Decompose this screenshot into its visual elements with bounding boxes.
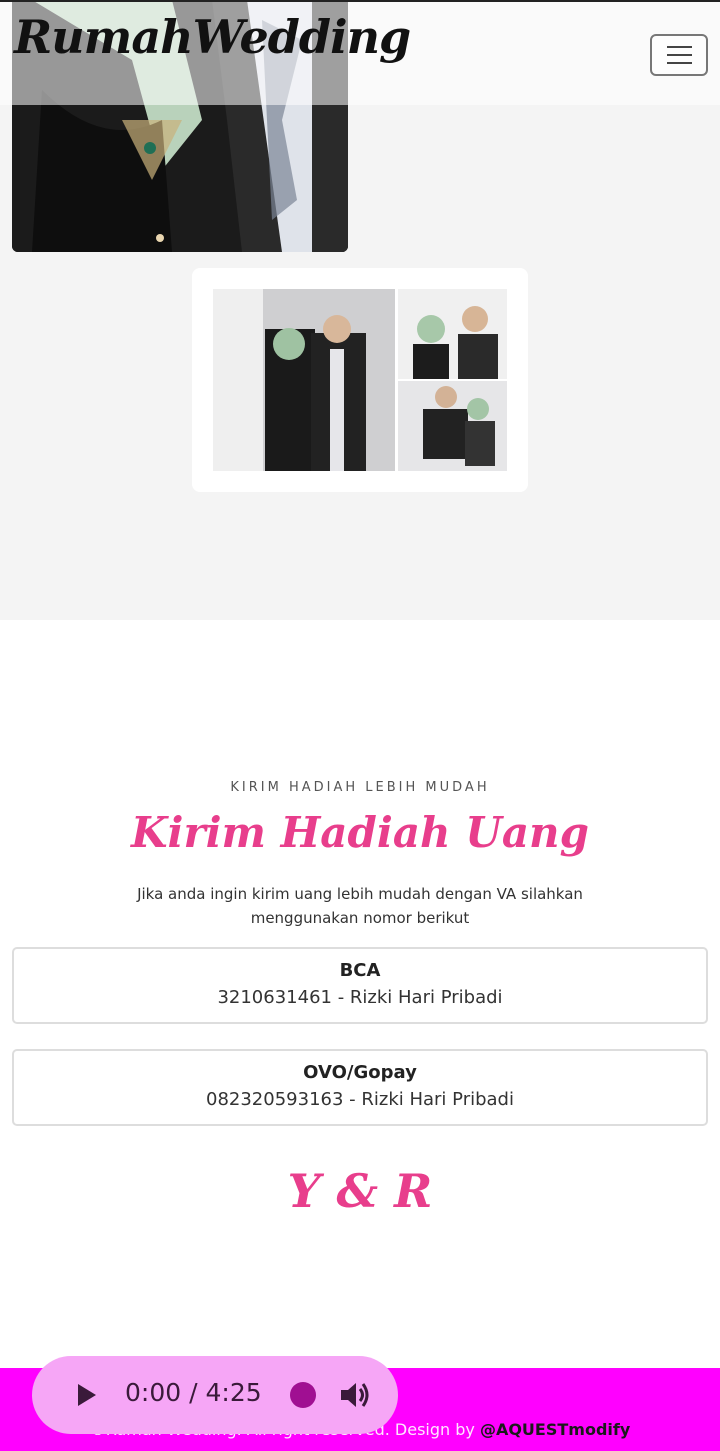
account-name: BCA [339,960,381,981]
audio-player: 0:00 / 4:25 [32,1356,398,1434]
navbar: RumahWedding [0,0,720,105]
current-time: 0:00 [125,1378,182,1407]
account-number: 3210631461 - Rizki Hari Pribadi [217,987,503,1008]
designer-link[interactable]: @AQUESTmodify [480,1420,630,1439]
time-separator: / [189,1378,198,1407]
hamburger-icon [667,46,692,48]
play-icon[interactable] [78,1384,96,1406]
account-card-bca: BCA 3210631461 - Rizki Hari Pribadi [12,947,708,1024]
photo-collage-card[interactable] [192,268,528,492]
photo-collage [213,289,507,471]
account-name: OVO/Gopay [303,1062,417,1083]
brand-logo[interactable]: RumahWedding [14,10,411,64]
hamburger-icon [667,62,692,64]
gift-eyebrow: KIRIM HADIAH LEBIH MUDAH [230,780,490,795]
gift-description: Jika anda ingin kirim uang lebih mudah d… [137,885,583,927]
account-card-ovo-gopay: OVO/Gopay 082320593163 - Rizki Hari Prib… [12,1049,708,1126]
duration: 4:25 [205,1378,262,1407]
record-icon[interactable] [290,1382,316,1408]
couple-initials: Y & R [287,1164,433,1218]
gift-title: Kirim Hadiah Uang [131,808,589,857]
navbar-toggle-button[interactable] [650,34,708,76]
volume-icon[interactable] [338,1378,372,1412]
time-display: 0:00 / 4:25 [125,1378,262,1407]
account-number: 082320593163 - Rizki Hari Pribadi [206,1089,514,1110]
hamburger-icon [667,54,692,56]
